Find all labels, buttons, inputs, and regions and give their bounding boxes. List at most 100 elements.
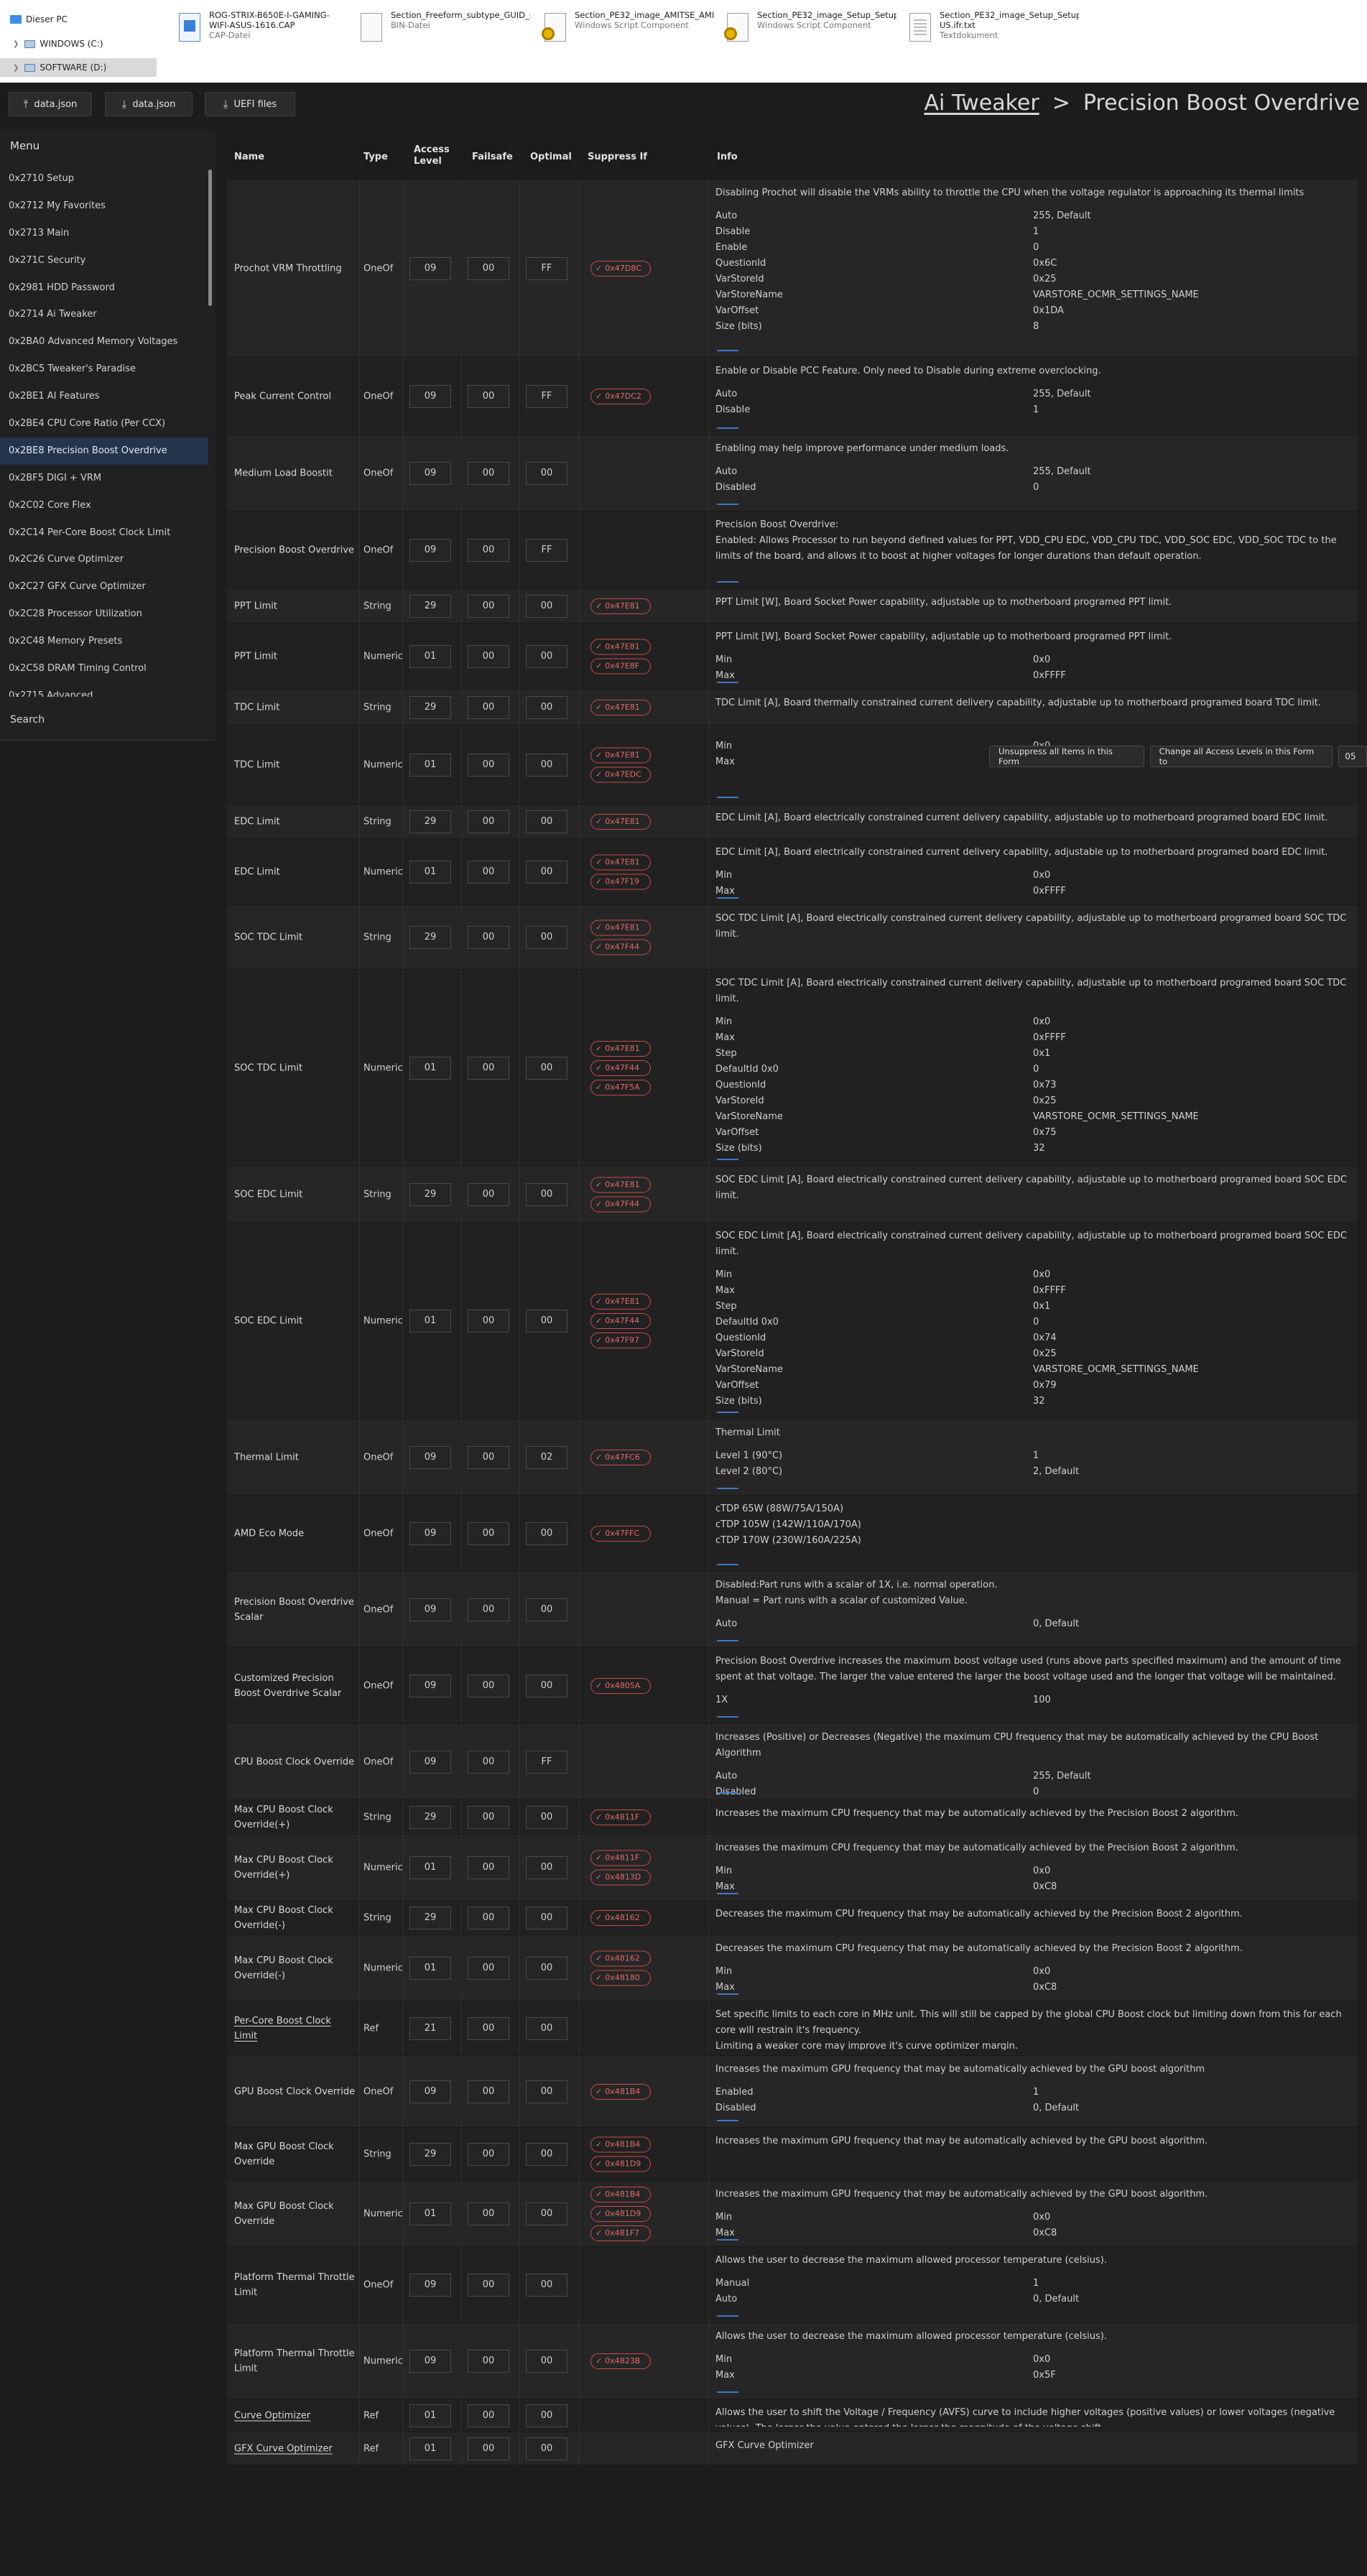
suppress-chip[interactable]: ✓ 0x47E8F [590, 658, 651, 674]
suppress-chip[interactable]: ✓ 0x481D9 [590, 2205, 651, 2222]
expand-handle[interactable] [717, 1716, 738, 1718]
access-input[interactable]: 21 [409, 2016, 451, 2040]
upload-json-button[interactable]: ⤒ data.json [9, 92, 92, 116]
optimal-input[interactable]: 00 [526, 461, 567, 485]
expand-handle[interactable] [717, 1893, 738, 1894]
optimal-input[interactable]: 00 [526, 2202, 567, 2225]
suppress-chip[interactable]: ✓ 0x47DC2 [590, 388, 651, 404]
expand-handle[interactable] [717, 797, 738, 798]
failsafe-input[interactable]: 00 [468, 644, 509, 668]
ref-link[interactable]: Per-Core Boost Clock Limit [234, 2014, 356, 2044]
optimal-input[interactable]: 00 [526, 644, 567, 668]
failsafe-input[interactable]: 00 [468, 256, 509, 280]
suppress-chip[interactable]: ✓ 0x4805A [590, 1677, 651, 1694]
failsafe-input[interactable]: 00 [468, 1056, 509, 1080]
failsafe-input[interactable]: 00 [468, 695, 509, 719]
menu-search[interactable]: Search [10, 714, 45, 726]
optimal-input[interactable]: 00 [526, 2404, 567, 2427]
sidebar-menu-item[interactable]: 0x2C27 GFX Curve Optimizer [0, 573, 208, 601]
sidebar-menu-item[interactable]: 0x2C28 Processor Utilization [0, 601, 208, 628]
suppress-chip[interactable]: ✓ 0x481B4 [590, 2186, 651, 2202]
access-input[interactable]: 09 [409, 2080, 451, 2103]
access-input[interactable]: 29 [409, 695, 451, 719]
sidebar-menu-item[interactable]: 0x2981 HDD Password [0, 274, 208, 302]
optimal-input[interactable]: 00 [526, 2349, 567, 2373]
expand-handle[interactable] [717, 1640, 738, 1641]
access-input[interactable]: 09 [409, 461, 451, 485]
suppress-chip[interactable]: ✓ 0x47E81 [590, 639, 651, 654]
sidebar-menu-item[interactable]: 0x2BE4 CPU Core Ratio (Per CCX) [0, 410, 208, 437]
file-item[interactable]: Section_PE32_image_AMITSE_AMITSE.sctWind… [540, 10, 720, 55]
failsafe-input[interactable]: 00 [468, 1906, 509, 1929]
access-input[interactable]: 09 [409, 538, 451, 562]
expand-handle[interactable] [717, 581, 738, 583]
suppress-chip[interactable]: ✓ 0x4813D [590, 1869, 651, 1885]
optimal-input[interactable]: 00 [526, 753, 567, 777]
failsafe-input[interactable]: 00 [468, 1805, 509, 1829]
optimal-input[interactable]: 00 [526, 860, 567, 884]
failsafe-input[interactable]: 00 [468, 1598, 509, 1621]
failsafe-input[interactable]: 00 [468, 1855, 509, 1879]
expand-handle[interactable] [717, 897, 738, 899]
menu-scrollbar[interactable] [208, 170, 212, 306]
failsafe-input[interactable]: 00 [468, 1309, 509, 1333]
access-input[interactable]: 09 [409, 1750, 451, 1774]
expand-handle[interactable] [717, 2315, 738, 2317]
suppress-chip[interactable]: ✓ 0x47D8C [590, 260, 651, 277]
suppress-chip[interactable]: ✓ 0x48162 [590, 1950, 651, 1966]
access-input[interactable]: 29 [409, 1906, 451, 1929]
failsafe-input[interactable]: 00 [468, 1674, 509, 1697]
suppress-chip[interactable]: ✓ 0x47E81 [590, 813, 651, 830]
optimal-input[interactable]: 00 [526, 1906, 567, 1929]
optimal-input[interactable]: 00 [526, 810, 567, 833]
optimal-input[interactable]: 00 [526, 2437, 567, 2460]
expand-handle[interactable] [717, 427, 738, 429]
failsafe-input[interactable]: 00 [468, 2142, 509, 2166]
unsuppress-all-button[interactable]: Unsuppress all Items in this Form [989, 746, 1144, 767]
suppress-chip[interactable]: ✓ 0x47F44 [590, 939, 651, 955]
access-input[interactable]: 09 [409, 1598, 451, 1621]
optimal-input[interactable]: FF [526, 538, 567, 562]
suppress-chip[interactable]: ✓ 0x47E81 [590, 1293, 651, 1310]
sidebar-menu-item[interactable]: 0x2710 Setup [0, 165, 208, 193]
suppress-chip[interactable]: ✓ 0x4811F [590, 1809, 651, 1825]
optimal-input[interactable]: 00 [526, 2142, 567, 2166]
failsafe-input[interactable]: 00 [468, 2016, 509, 2040]
failsafe-input[interactable]: 00 [468, 925, 509, 949]
optimal-input[interactable]: 02 [526, 1445, 567, 1469]
access-input[interactable]: 01 [409, 2404, 451, 2427]
sidebar-menu-item[interactable]: 0x2BE8 Precision Boost Overdrive [0, 437, 208, 465]
failsafe-input[interactable]: 00 [468, 2404, 509, 2427]
suppress-chip[interactable]: ✓ 0x481F7 [590, 2225, 651, 2241]
access-input[interactable]: 01 [409, 1956, 451, 1980]
suppress-chip[interactable]: ✓ 0x47E81 [590, 699, 651, 715]
uefi-files-button[interactable]: ⤓ UEFI files [205, 92, 295, 116]
optimal-input[interactable]: 00 [526, 2273, 567, 2297]
suppress-chip[interactable]: ✓ 0x47F44 [590, 1060, 651, 1076]
tree-item-this-pc[interactable]: Dieser PC [10, 10, 68, 29]
sidebar-menu-item[interactable]: 0x2C26 Curve Optimizer [0, 546, 208, 573]
ref-link[interactable]: Curve Optimizer [234, 2408, 356, 2423]
suppress-chip[interactable]: ✓ 0x47E81 [590, 598, 651, 614]
suppress-chip[interactable]: ✓ 0x47E81 [590, 1040, 651, 1057]
optimal-input[interactable]: 00 [526, 1309, 567, 1333]
failsafe-input[interactable]: 00 [468, 538, 509, 562]
change-access-levels-button[interactable]: Change all Access Levels in this Form to [1149, 746, 1333, 767]
suppress-chip[interactable]: ✓ 0x481D9 [590, 2156, 651, 2172]
access-input[interactable]: 29 [409, 1182, 451, 1206]
access-input[interactable]: 01 [409, 1309, 451, 1333]
suppress-chip[interactable]: ✓ 0x47EDC [590, 766, 651, 782]
access-input[interactable]: 29 [409, 810, 451, 833]
file-item[interactable]: Section_PE32_image_Setup_Setup.sctWindow… [723, 10, 902, 55]
expand-handle[interactable] [717, 1792, 738, 1794]
suppress-chip[interactable]: ✓ 0x47E81 [590, 1177, 651, 1192]
expand-handle[interactable] [717, 1488, 738, 1489]
suppress-chip[interactable]: ✓ 0x47E81 [590, 854, 651, 870]
suppress-chip[interactable]: ✓ 0x4823B [590, 2353, 651, 2369]
optimal-input[interactable]: 00 [526, 594, 567, 618]
optimal-input[interactable]: 00 [526, 1805, 567, 1829]
suppress-chip[interactable]: ✓ 0x47F5A [590, 1079, 651, 1095]
failsafe-input[interactable]: 00 [468, 1750, 509, 1774]
optimal-input[interactable]: 00 [526, 1855, 567, 1879]
access-input[interactable]: 09 [409, 1445, 451, 1469]
